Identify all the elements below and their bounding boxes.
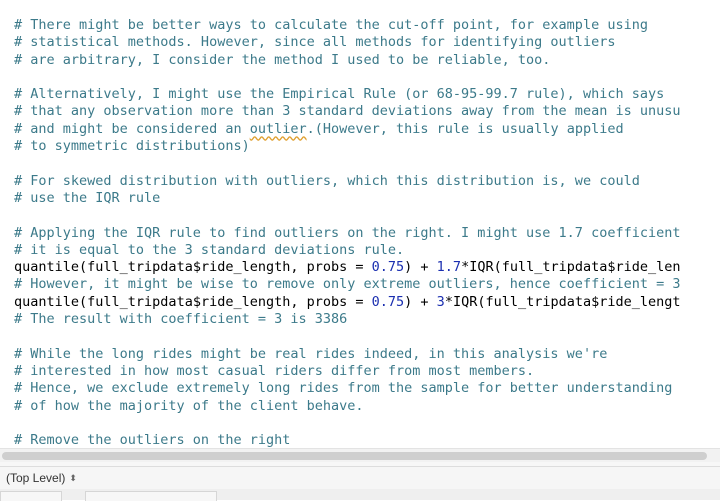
comment-line[interactable]: # Hence, we exclude extremely long rides… (14, 380, 681, 397)
comment-line[interactable]: # and might be considered an outlier.(Ho… (14, 121, 681, 138)
comment-token: # For skewed distribution with outliers,… (14, 172, 640, 189)
number-token: 3 (436, 293, 445, 310)
code-token: (full_tripdata$ride_length, probs = (79, 259, 372, 276)
updown-chevron-icon: ⬍ (69, 473, 77, 483)
comment-token: # of how the majority of the client beha… (14, 397, 364, 414)
comment-line[interactable]: # However, it might be wise to remove on… (14, 276, 681, 293)
comment-line[interactable]: # of how the majority of the client beha… (14, 398, 681, 415)
comment-token: # While the long rides might be real rid… (14, 345, 608, 362)
scope-selector[interactable]: (Top Level) ⬍ (6, 470, 77, 486)
comment-token: # statistical methods. However, since al… (14, 34, 616, 51)
blank-line[interactable] (14, 415, 681, 432)
comment-token: # The result with coefficient = 3 is 338… (14, 311, 348, 328)
horizontal-scrollbar[interactable] (0, 448, 720, 463)
code-line[interactable]: quantile(full_tripdata$ride_length, prob… (14, 294, 681, 311)
comment-token: # Alternatively, I might use the Empiric… (14, 86, 665, 103)
number-token: 0.75 (371, 259, 405, 276)
comment-line[interactable]: # statistical methods. However, since al… (14, 34, 681, 51)
comment-line[interactable]: # it is equal to the 3 standard deviatio… (14, 242, 681, 259)
comment-line[interactable]: # There might be better ways to calculat… (14, 17, 681, 34)
blank-line[interactable] (14, 155, 681, 172)
number-token: 1.7 (436, 259, 462, 276)
comment-token: # and might be considered an (14, 120, 250, 137)
comment-token: # it is equal to the 3 standard deviatio… (14, 241, 405, 258)
comment-token: # are arbitrary, I consider the method I… (14, 51, 551, 68)
blank-line[interactable] (14, 328, 681, 345)
code-token: ) + (404, 259, 437, 276)
spellcheck-word: outlier (249, 120, 307, 137)
comment-line[interactable]: # The result with coefficient = 3 is 338… (14, 311, 681, 328)
comment-line[interactable]: # are arbitrary, I consider the method I… (14, 52, 681, 69)
code-token: * (461, 259, 470, 276)
comment-line[interactable]: # to symmetric distributions) (14, 138, 681, 155)
code-token: (full_tripdata$ride_length, probs = (79, 293, 372, 310)
code-token: * (444, 293, 453, 310)
code-line[interactable]: quantile(full_tripdata$ride_length, prob… (14, 259, 681, 276)
code-editor[interactable]: # There might be better ways to calculat… (0, 0, 720, 448)
code-token: ) + (404, 293, 437, 310)
code-token: (full_tripdata$ride_lengt (477, 293, 681, 310)
comment-token: # However, it might be wise to remove on… (14, 276, 681, 293)
horizontal-scrollbar-thumb[interactable] (2, 452, 707, 460)
comment-line[interactable]: # that any observation more than 3 stand… (14, 103, 681, 120)
comment-token: # There might be better ways to calculat… (14, 17, 648, 33)
number-token: 0.75 (371, 293, 405, 310)
editor-status-bar: (Top Level) ⬍ (0, 466, 720, 490)
comment-line[interactable]: # Alternatively, I might use the Empiric… (14, 86, 681, 103)
comment-line[interactable]: # Applying the IQR rule to find outliers… (14, 225, 681, 242)
comment-line[interactable]: # While the long rides might be real rid… (14, 346, 681, 363)
function-token: IQR (469, 259, 494, 276)
comment-token: # use the IQR rule (14, 189, 161, 206)
comment-token: # Applying the IQR rule to find outliers… (14, 224, 681, 241)
comment-line[interactable]: # use the IQR rule (14, 190, 681, 207)
comment-token: # Hence, we exclude extremely long rides… (14, 380, 673, 397)
comment-token: .(However, this rule is usually applied (306, 120, 624, 137)
comment-line[interactable]: # Remove the outliers on the right (14, 432, 681, 448)
function-token: IQR (452, 293, 478, 310)
comment-line[interactable]: # For skewed distribution with outliers,… (14, 173, 681, 190)
comment-token: # interested in how most casual riders d… (14, 362, 535, 379)
comment-token: # to symmetric distributions) (14, 138, 250, 155)
code-token: (full_tripdata$ride_len (493, 259, 681, 276)
bottom-panel-tabs (0, 489, 720, 501)
comment-line[interactable]: # interested in how most casual riders d… (14, 363, 681, 380)
blank-line[interactable] (14, 69, 681, 86)
function-token: quantile (14, 293, 80, 310)
comment-token: # that any observation more than 3 stand… (14, 103, 681, 120)
scope-label: (Top Level) (6, 471, 66, 485)
function-token: quantile (14, 259, 80, 276)
blank-line[interactable] (14, 207, 681, 224)
code-content[interactable]: # There might be better ways to calculat… (14, 17, 681, 448)
comment-token: # Remove the outliers on the right (14, 432, 291, 448)
